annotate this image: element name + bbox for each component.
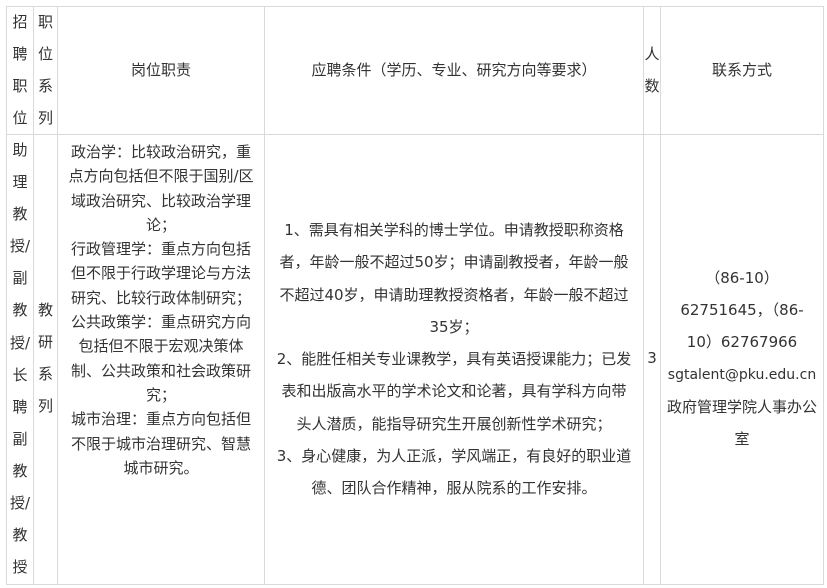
header-position: 招 聘 职 位 — [12, 13, 28, 127]
header-series: 职 位 系 列 — [37, 13, 53, 127]
duties-cell: 政治学：比较政治研究，重 点方向包括但不限于国别/区 域政治研究、比较政治学理 … — [58, 140, 264, 480]
duty-urban-governance: 城市治理：重点方向包括但 不限于城市治理研究、智慧 城市研究。 — [70, 410, 251, 477]
requirements-cell: 1、需具有相关学科的博士学位。申请教授职称资格 者，年龄一般不超过50岁；申请副… — [276, 221, 632, 498]
table-border — [6, 6, 824, 7]
header-contact: 联系方式 — [711, 61, 772, 79]
position-cell: 助 理 教 授/ 副 教 授/ 长 聘 副 教 授/ 教 授 — [9, 141, 31, 577]
recruitment-table: 招 聘 职 位 职 位 系 列 岗位职责 应聘条件（学历、专业、研究方向等要求）… — [0, 0, 827, 588]
duty-political-science: 政治学：比较政治研究，重 点方向包括但不限于国别/区 域政治研究、比较政治学理 … — [68, 143, 254, 234]
duty-public-policy: 公共政策学：重点研究方向 包括但不限于宏观决策体 制、公共政策和社会政策研 究； — [70, 313, 251, 404]
header-count: 人 数 — [644, 45, 660, 95]
header-duties: 岗位职责 — [130, 61, 191, 79]
count-cell: 3 — [647, 349, 657, 367]
series-cell: 教 研 系 列 — [37, 301, 53, 415]
duty-public-administration: 行政管理学：重点方向包括 但不限于行政学理论与方法 研究、比较行政体制研究； — [70, 240, 251, 307]
contact-cell: （86-10） 62751645，（86- 10）62767966 sgtale… — [660, 262, 824, 455]
contact-email: sgtalent@pku.edu.cn — [667, 366, 817, 383]
table-border — [6, 134, 824, 135]
header-requirements: 应聘条件（学历、专业、研究方向等要求） — [311, 61, 597, 79]
contact-office: 政府管理学院人事办公 — [666, 397, 817, 416]
table-border — [6, 584, 824, 585]
contact-phone: （86-10） — [705, 269, 779, 287]
